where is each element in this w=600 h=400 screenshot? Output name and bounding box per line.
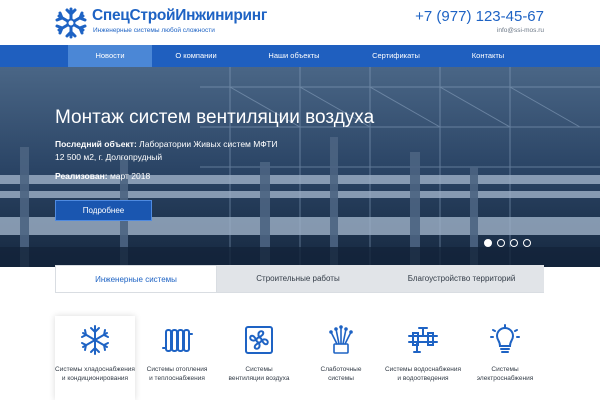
hero-last-object-label: Последний объект: [55, 139, 137, 149]
snowflake-icon [81, 325, 109, 355]
service-label-line2: и кондиционирования [61, 375, 129, 382]
email-link[interactable]: info@ssi-mos.ru [497, 27, 544, 34]
phone-number[interactable]: +7 (977) 123-45-67 [415, 8, 544, 25]
hero-title: Монтаж систем вентиляции воздуха [55, 107, 375, 128]
slider-dot-1[interactable] [484, 239, 492, 247]
brand-name[interactable]: СпецСтройИнжиниринг [92, 7, 267, 25]
service-water[interactable]: Системы водоснабжения и водоотведения [383, 316, 463, 400]
service-electricity[interactable]: Системы электроснабжения [465, 316, 545, 400]
hero-realized-value: март 2018 [109, 171, 151, 181]
service-label: Системы вентиляции воздуха [219, 365, 299, 383]
service-label-line2: и водоотведения [397, 375, 449, 382]
hero-background-image [0, 67, 600, 267]
nav-item-news[interactable]: Новости [68, 45, 152, 67]
service-label: Системы отопления и теплоснабжения [137, 365, 217, 383]
site-header: СпецСтройИнжиниринг Инженерные системы л… [0, 0, 600, 45]
slider-dot-4[interactable] [523, 239, 531, 247]
services-list: Системы хладоснабжения и кондиционировани… [55, 316, 544, 400]
service-label-line1: Системы отопления [146, 366, 208, 373]
more-button[interactable]: Подробнее [55, 200, 152, 221]
brand-tagline: Инженерные системы любой сложности [93, 27, 215, 34]
service-label: Системы электроснабжения [465, 365, 545, 383]
pipes-icon [408, 327, 438, 353]
tab-landscaping[interactable]: Благоустройство территорий [379, 265, 544, 293]
hero-realized-label: Реализован: [55, 171, 108, 181]
slider-dot-3[interactable] [510, 239, 518, 247]
service-low-current[interactable]: Слаботочные системы [301, 316, 381, 400]
nav-item-about[interactable]: О компании [152, 45, 240, 67]
service-label-line1: Системы водоснабжения [384, 366, 462, 373]
service-label-line2: вентиляции воздуха [228, 375, 290, 382]
service-label-line1: Слаботочные [320, 366, 362, 373]
service-label-line1: Системы [245, 366, 273, 373]
nav-item-certificates[interactable]: Сертификаты [348, 45, 444, 67]
tab-construction[interactable]: Строительные работы [217, 265, 379, 293]
service-ventilation[interactable]: Системы вентиляции воздуха [219, 316, 299, 400]
hero-address: 12 500 м2, г. Долгопрудный [55, 152, 163, 162]
main-nav: Новости О компании Наши объекты Сертифик… [0, 45, 600, 67]
service-label-line2: и теплоснабжения [149, 375, 205, 382]
tab-divider [55, 292, 544, 293]
category-tabs: Инженерные системы Строительные работы Б… [55, 265, 544, 293]
service-label-line1: Системы хладоснабжения [55, 366, 135, 373]
nav-item-objects[interactable]: Наши объекты [240, 45, 348, 67]
service-cooling[interactable]: Системы хладоснабжения и кондиционировани… [55, 316, 135, 400]
service-label: Системы водоснабжения и водоотведения [383, 365, 463, 383]
service-heating[interactable]: Системы отопления и теплоснабжения [137, 316, 217, 400]
radiator-icon [162, 329, 193, 352]
service-label: Системы хладоснабжения и кондиционировани… [55, 365, 135, 383]
hero-last-object-value: Лаборатории Живых систем МФТИ [139, 139, 278, 149]
fan-icon [245, 326, 273, 354]
hero-last-object: Последний объект: Лаборатории Живых сист… [55, 139, 278, 149]
service-label-line2: электроснабжения [476, 375, 534, 382]
hero-slider: Монтаж систем вентиляции воздуха Последн… [0, 67, 600, 267]
logo-icon[interactable] [54, 6, 88, 40]
service-label-line1: Системы [491, 366, 519, 373]
service-label-line2: системы [328, 375, 354, 382]
service-label: Слаботочные системы [301, 365, 381, 383]
tab-engineering[interactable]: Инженерные системы [55, 265, 217, 293]
network-icon [329, 325, 353, 354]
hero-realized: Реализован: март 2018 [55, 171, 150, 181]
lightbulb-icon [490, 324, 520, 353]
slider-dot-2[interactable] [497, 239, 505, 247]
nav-item-contacts[interactable]: Контакты [444, 45, 532, 67]
